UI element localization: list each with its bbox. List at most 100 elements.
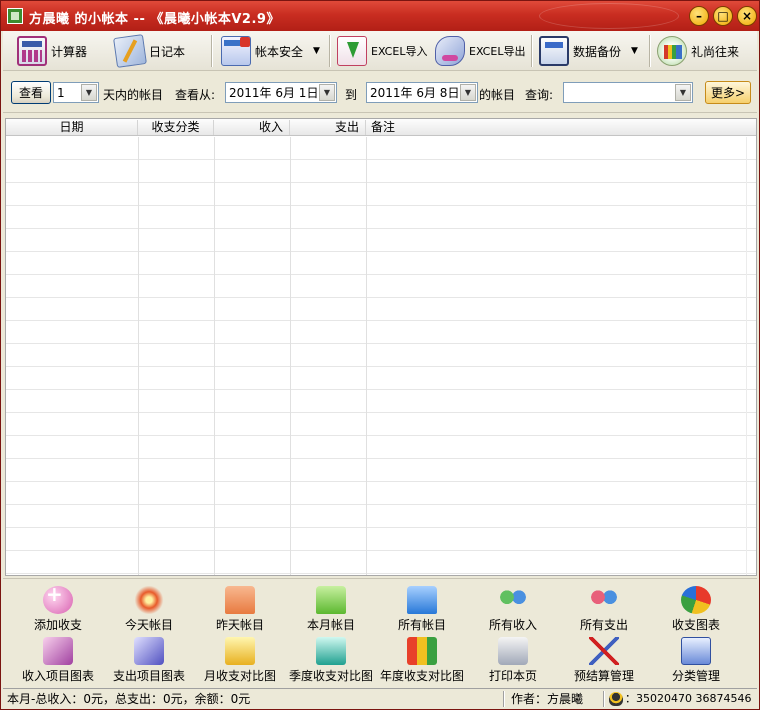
- from-date-picker[interactable]: 2011年 6月 1日 ▼: [225, 82, 337, 103]
- to-label: 到: [345, 88, 358, 102]
- excel-import-icon: [337, 36, 367, 66]
- chevron-down-icon[interactable]: ▼: [81, 84, 97, 101]
- chevron-down-icon[interactable]: ▼: [631, 46, 638, 56]
- all-income-button[interactable]: 所有收入: [468, 583, 558, 633]
- minimize-button[interactable]: –: [689, 6, 709, 26]
- today-label: 今天帐目: [124, 618, 173, 632]
- entries-table[interactable]: 日期 收支分类 收入 支出 备注: [5, 118, 757, 576]
- security-button[interactable]: 帐本安全 ▼: [221, 34, 320, 68]
- yesterday-folder-icon: [225, 586, 255, 614]
- yesterday-button[interactable]: 昨天帐目: [195, 583, 285, 633]
- charts-button[interactable]: 收支图表: [651, 583, 741, 633]
- backup-label: 数据备份: [573, 44, 622, 59]
- yesterday-label: 昨天帐目: [215, 618, 264, 632]
- charts-label: 收支图表: [671, 618, 720, 632]
- status-bar: 本月-总收入：0元，总支出：0元，余额：0元 作者：方晨曦 ：35020470 …: [3, 688, 757, 708]
- all-income-label: 所有收入: [488, 618, 537, 632]
- calculator-label: 计算器: [51, 44, 88, 59]
- diary-button[interactable]: 日记本: [113, 34, 185, 68]
- status-author: 作者：方晨曦: [511, 692, 584, 706]
- backup-button[interactable]: 数据备份 ▼: [539, 34, 638, 68]
- category-icon: [681, 637, 711, 665]
- category-button[interactable]: 分类管理: [651, 634, 741, 684]
- add-entry-icon: [43, 582, 73, 614]
- yearly-compare-label: 年度收支对比图: [379, 669, 464, 683]
- pie-chart-icon: [681, 586, 711, 614]
- view-button[interactable]: 查看: [11, 81, 51, 104]
- month-label: 本月帐目: [306, 618, 355, 632]
- budget-icon: [589, 637, 619, 665]
- chevron-down-icon[interactable]: ▼: [675, 84, 691, 101]
- security-label: 帐本安全: [255, 44, 304, 59]
- query-input[interactable]: ▼: [563, 82, 693, 103]
- chevron-down-icon[interactable]: ▼: [460, 84, 476, 101]
- quarterly-compare-icon: [316, 637, 346, 665]
- budget-label: 预结算管理: [573, 669, 634, 683]
- add-entry-label: 添加收支: [33, 618, 82, 632]
- calculator-button[interactable]: 计算器: [17, 34, 87, 68]
- all-entries-button[interactable]: 所有帐目: [377, 583, 467, 633]
- window-title: 方晨曦 的小帐本 -- 《晨曦小帐本V2.9》: [29, 12, 280, 27]
- print-icon: [498, 637, 528, 665]
- quarterly-compare-button[interactable]: 季度收支对比图: [286, 634, 376, 684]
- expense-chart-icon: [134, 637, 164, 665]
- yearly-compare-button[interactable]: 年度收支对比图: [377, 634, 467, 684]
- column-date[interactable]: 日期: [6, 120, 138, 135]
- excel-export-button[interactable]: EXCEL导出: [435, 34, 525, 68]
- monthly-compare-icon: [225, 637, 255, 665]
- status-summary: 本月-总收入：0元，总支出：0元，余额：0元: [7, 692, 251, 706]
- vertical-scrollbar[interactable]: [746, 137, 756, 575]
- expense-users-icon: [589, 586, 619, 614]
- column-note[interactable]: 备注: [366, 120, 746, 135]
- income-chart-button[interactable]: 收入项目图表: [13, 634, 103, 684]
- expense-chart-button[interactable]: 支出项目图表: [104, 634, 194, 684]
- to-suffix-label: 的帐目: [479, 88, 516, 102]
- days-select[interactable]: 1 ▼: [53, 82, 99, 103]
- to-date-picker[interactable]: 2011年 6月 8日 ▼: [366, 82, 478, 103]
- column-divider: [138, 137, 139, 575]
- today-button[interactable]: 今天帐目: [104, 583, 194, 633]
- add-entry-button[interactable]: 添加收支: [13, 582, 103, 633]
- expense-chart-label: 支出项目图表: [112, 669, 185, 683]
- budget-button[interactable]: 预结算管理: [559, 634, 649, 684]
- print-label: 打印本页: [488, 669, 537, 683]
- category-label: 分类管理: [671, 669, 720, 683]
- chevron-down-icon[interactable]: ▼: [319, 84, 335, 101]
- gift-button[interactable]: 礼尚往来: [657, 34, 739, 68]
- query-label: 查询:: [525, 88, 554, 102]
- income-users-icon: [498, 586, 528, 614]
- month-folder-icon: [316, 586, 346, 614]
- calculator-icon: [17, 36, 47, 66]
- table-body[interactable]: [6, 137, 756, 575]
- all-expense-button[interactable]: 所有支出: [559, 583, 649, 633]
- status-qq: ：35020470 36874546: [625, 692, 752, 705]
- toolbar-separator: [531, 35, 533, 67]
- backup-icon: [539, 36, 569, 66]
- month-button[interactable]: 本月帐目: [286, 583, 376, 633]
- yearly-compare-icon: [407, 637, 437, 665]
- more-button[interactable]: 更多>: [705, 81, 751, 104]
- diary-icon: [113, 34, 147, 68]
- excel-export-icon: [435, 36, 465, 66]
- quarterly-compare-label: 季度收支对比图: [288, 669, 373, 683]
- status-separator: [603, 691, 605, 707]
- income-chart-icon: [43, 637, 73, 665]
- days-value: 1: [57, 85, 65, 100]
- income-chart-label: 收入项目图表: [21, 669, 94, 683]
- from-date-value: 2011年 6月 1日: [229, 86, 319, 100]
- lock-icon: [221, 36, 251, 66]
- days-suffix-label: 天内的帐目: [103, 88, 164, 102]
- qq-penguin-icon: [609, 692, 623, 706]
- column-income[interactable]: 收入: [214, 120, 290, 135]
- excel-import-button[interactable]: EXCEL导入: [337, 34, 427, 68]
- close-button[interactable]: ×: [737, 6, 757, 26]
- gift-icon: [657, 36, 687, 66]
- toolbar-separator: [649, 35, 651, 67]
- column-expense[interactable]: 支出: [290, 120, 366, 135]
- maximize-button[interactable]: □: [713, 6, 733, 26]
- print-button[interactable]: 打印本页: [468, 634, 558, 684]
- column-divider: [366, 137, 367, 575]
- monthly-compare-button[interactable]: 月收支对比图: [195, 634, 285, 684]
- chevron-down-icon[interactable]: ▼: [313, 46, 320, 56]
- column-category[interactable]: 收支分类: [138, 120, 214, 135]
